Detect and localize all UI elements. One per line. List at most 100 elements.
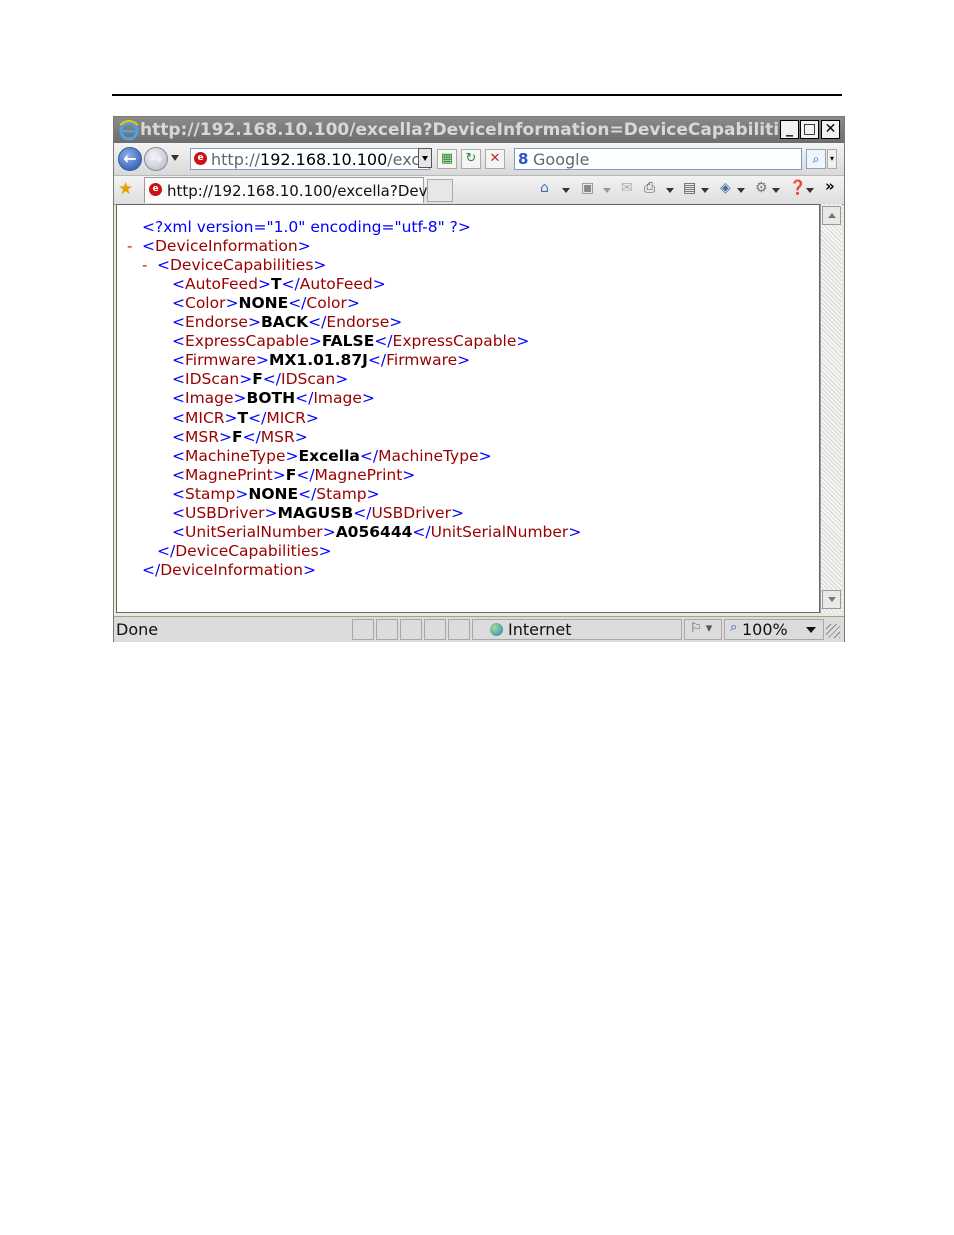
resize-grip-icon[interactable] — [826, 624, 840, 638]
tag-bracket: > — [239, 370, 253, 389]
forward-button[interactable]: → — [144, 147, 168, 171]
tag-name: USBDriver — [185, 503, 265, 522]
tag-bracket: </ — [374, 332, 393, 351]
feeds-icon[interactable]: ▣ — [581, 180, 594, 196]
xml-field-row: <ExpressCapable>FALSE</ExpressCapable> — [172, 332, 529, 351]
help-icon[interactable]: ❓ — [789, 180, 806, 196]
zoom-dropdown-icon[interactable] — [806, 627, 816, 633]
tools-gear-icon[interactable]: ⚙ — [755, 180, 768, 196]
tag-name: Firmware — [185, 351, 257, 370]
address-toolbar: ← → e http://192.168.10.100/exc ▦ ↻ ✕ 8 … — [114, 143, 844, 176]
tag-bracket: </ — [367, 351, 387, 370]
feeds-dropdown-icon[interactable] — [603, 188, 611, 193]
tag-name: MICR — [185, 408, 225, 427]
tag-name: MICR — [266, 408, 306, 427]
tag-bracket: > — [402, 465, 416, 484]
tag-name: Color — [185, 294, 226, 313]
close-icon: ✕ — [824, 121, 837, 137]
tag-name: IDScan — [185, 370, 240, 389]
collapse-device-information-icon[interactable]: - — [127, 237, 132, 255]
home-dropdown-icon[interactable] — [562, 188, 570, 193]
tag-name: MagnePrint — [314, 465, 403, 484]
minimize-button[interactable]: _ — [780, 120, 799, 139]
close-button[interactable]: ✕ — [821, 120, 840, 139]
address-input[interactable]: e http://192.168.10.100/exc — [190, 148, 430, 170]
tag-bracket: > — [361, 389, 375, 408]
field-value: T — [237, 408, 249, 427]
tag-bracket: < — [172, 389, 185, 408]
tag-bracket: </ — [262, 370, 282, 389]
field-value: NONE — [248, 484, 299, 503]
print-icon[interactable]: ⎙ — [644, 180, 655, 196]
tag-bracket: </ — [288, 294, 307, 313]
page-dropdown-icon[interactable] — [701, 188, 709, 193]
field-value: MAGUSB — [277, 503, 354, 522]
protected-mode-icon: ⚐ ▾ — [690, 621, 713, 636]
collapse-device-capabilities-icon[interactable]: - — [142, 256, 147, 274]
tag-name: MSR — [260, 427, 295, 446]
tag-bracket: </ — [248, 408, 267, 427]
new-tab-button[interactable] — [427, 179, 453, 202]
vertical-scrollbar[interactable] — [820, 204, 842, 613]
help-dropdown-icon[interactable] — [806, 188, 814, 193]
search-button[interactable]: ⌕ — [806, 149, 826, 169]
search-input[interactable]: 8 Google — [514, 148, 802, 170]
safety-dropdown-icon[interactable] — [737, 188, 745, 193]
search-placeholder: Google — [533, 150, 590, 169]
tag-bracket: > — [272, 465, 286, 484]
title-bar[interactable]: http://192.168.10.100/excella?DeviceInfo… — [114, 117, 844, 143]
search-options-button[interactable]: ▾ — [827, 149, 837, 169]
tag-name: AutoFeed — [185, 275, 258, 293]
tag-bracket: > — [225, 294, 239, 313]
address-dropdown-button[interactable] — [418, 148, 432, 168]
device-capabilities-open-tag: <DeviceCapabilities> — [157, 256, 327, 274]
tag-name: IDScan — [281, 370, 336, 389]
tag-bracket: > — [457, 351, 471, 370]
scroll-down-button[interactable] — [822, 590, 841, 609]
tag-bracket: > — [264, 503, 278, 522]
favorites-star-icon[interactable]: ★ — [118, 179, 133, 199]
scroll-up-button[interactable] — [822, 206, 841, 225]
maximize-button[interactable]: □ — [800, 120, 819, 139]
xml-field-row: <Endorse>BACK</Endorse> — [172, 313, 402, 332]
xml-field-row: <Color>NONE</Color> — [172, 294, 360, 313]
status-bar: Done Internet ⚐ ▾ ⌕ 100% — [114, 616, 844, 642]
mail-icon[interactable]: ✉ — [621, 180, 633, 196]
home-icon[interactable]: ⌂ — [540, 180, 549, 196]
back-arrow-icon: ← — [123, 149, 137, 168]
print-dropdown-icon[interactable] — [666, 188, 674, 193]
more-commands-chevron-icon[interactable]: » — [825, 177, 835, 195]
tag-bracket: < — [172, 313, 185, 332]
xml-field-row: <MICR>T</MICR> — [172, 409, 319, 428]
tools-dropdown-icon[interactable] — [772, 188, 780, 193]
tag-bracket: </ — [281, 275, 300, 293]
tag-bracket: > — [218, 427, 232, 446]
tag-bracket: > — [285, 446, 299, 465]
tag-bracket: </ — [308, 313, 327, 332]
xml-field-row: <Image>BOTH</Image> — [172, 389, 375, 408]
status-cell — [448, 619, 470, 640]
compatibility-button[interactable]: ▦ — [437, 149, 457, 169]
field-value: NONE — [238, 294, 289, 313]
browser-tab[interactable]: e http://192.168.10.100/excella?Devi... — [144, 177, 446, 203]
tag-name: Stamp — [316, 484, 367, 503]
page-icon[interactable]: ▤ — [683, 180, 696, 196]
safety-icon[interactable]: ◈ — [720, 180, 731, 196]
field-value: FALSE — [321, 332, 375, 351]
tag-name: MagnePrint — [185, 465, 273, 484]
tag-bracket: > — [247, 313, 261, 332]
refresh-button[interactable]: ↻ — [461, 149, 481, 169]
tag-name: AutoFeed — [299, 275, 373, 293]
tag-name: ExpressCapable — [392, 332, 517, 351]
field-value: BACK — [260, 313, 309, 332]
security-zone-text: Internet — [508, 620, 572, 639]
stop-button[interactable]: ✕ — [485, 149, 505, 169]
maximize-icon: □ — [802, 121, 817, 137]
security-zone-cell[interactable] — [472, 619, 682, 640]
back-button[interactable]: ← — [118, 147, 142, 171]
field-value: BOTH — [246, 389, 296, 408]
tag-bracket: > — [233, 389, 247, 408]
tag-bracket: > — [224, 408, 238, 427]
ie-logo-icon — [119, 120, 139, 141]
history-dropdown-icon[interactable] — [171, 155, 179, 161]
